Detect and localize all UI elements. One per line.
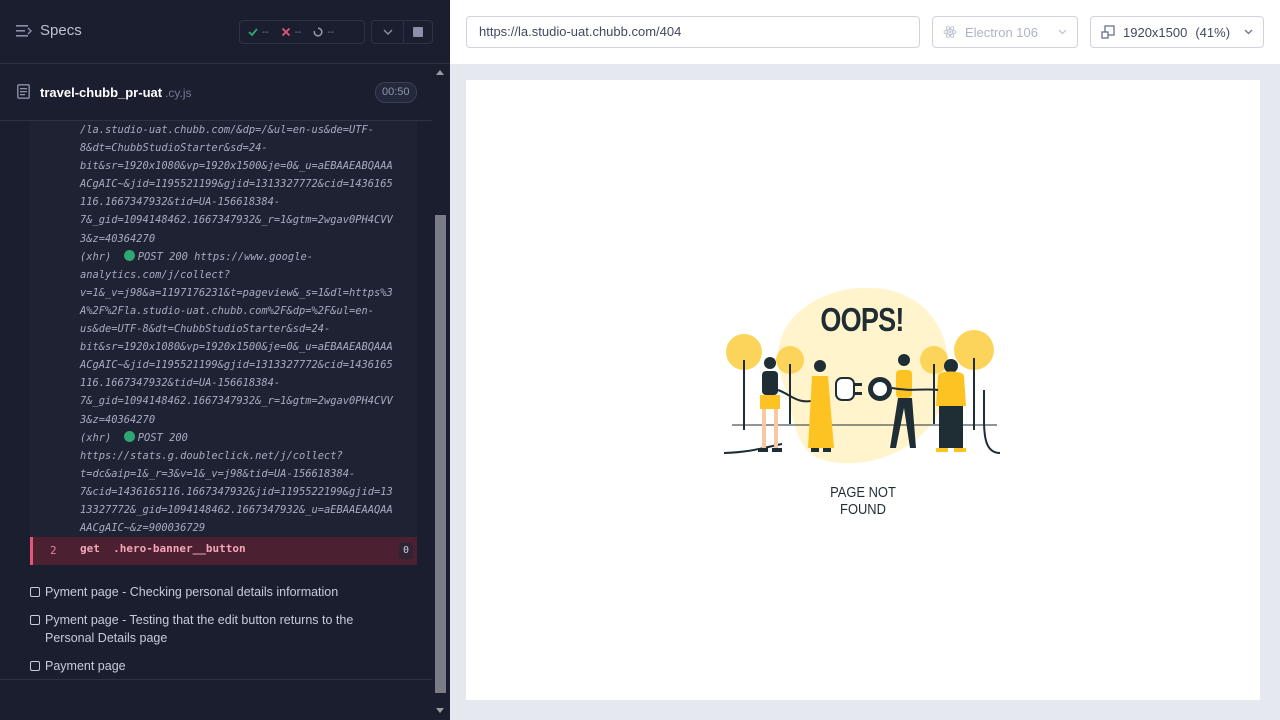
test-status-icon [30, 615, 40, 625]
scroll-up-arrow[interactable] [436, 70, 444, 75]
log-line: A%2F%2Fla.studio-uat.chubb.com%2F&dp=%2F… [80, 304, 375, 317]
log-line: 8&dt=ChubbStudioStarter&sd=24- [80, 142, 268, 155]
document-icon [17, 84, 30, 99]
failed-count: -- [294, 26, 302, 38]
scrollbar-thumb[interactable] [435, 215, 446, 693]
specs-toggle-button[interactable]: Specs [16, 22, 82, 39]
passed-stat: -- [248, 27, 269, 38]
log-line: (xhr) POST 200 https://www.google- [80, 249, 313, 263]
test-title: Payment page [45, 659, 126, 673]
test-item[interactable]: Pyment page - Checking personal details … [30, 583, 338, 601]
log-line: 7&_gid=1094148462.1667347932&_r=1&gtm=2w… [80, 214, 393, 227]
aut-header: https://la.studio-uat.chubb.com/404 Elec… [450, 0, 1280, 64]
spec-file-name: travel-chubb_pr-uat .cy.js [40, 85, 192, 100]
electron-icon [943, 26, 957, 38]
reporter-scrollbar[interactable] [433, 65, 448, 720]
test-status-icon [30, 661, 40, 671]
log-line: bit&sr=1920x1080&vp=1920x1500&je=0&_u=aE… [80, 160, 393, 173]
log-line: 7&cid=1436165116.1667347932&jid=11955221… [80, 485, 393, 498]
pending-stat: -- [313, 27, 334, 38]
scroll-down-arrow[interactable] [436, 708, 444, 713]
stop-icon [413, 27, 423, 37]
command-text: get .hero-banner__button [80, 542, 246, 555]
spec-duration: 00:50 [375, 82, 417, 103]
reporter-panel: Specs -- -- -- travel-chubb_pr-uat .cy.j… [0, 0, 450, 720]
log-line: 116.1667347932&tid=UA-156618384- [80, 377, 281, 390]
chevron-down-icon [383, 29, 392, 35]
viewport-size: 1920x1500 [1123, 24, 1188, 40]
log-line: https://stats.g.doubleclick.net/j/collec… [80, 449, 343, 462]
test-item[interactable]: Pyment page - Testing that the edit butt… [30, 611, 353, 647]
status-dot-icon [123, 249, 135, 261]
log-line: 3&z=40364270 [80, 413, 156, 426]
pending-circle-icon [313, 27, 323, 37]
error-heading: OOPS! [820, 301, 904, 338]
spec-header: travel-chubb_pr-uat .cy.js 00:50 [0, 65, 432, 121]
log-line: ACgAIC~&jid=1195521199&gjid=1313327772&c… [80, 359, 393, 372]
command-log[interactable]: /la.studio-uat.chubb.com/&dp=/&ul=en-us&… [30, 121, 417, 565]
divider [0, 679, 432, 680]
log-line: 7&_gid=1094148462.1667347932&_r=1&gtm=2w… [80, 395, 393, 408]
browser-name: Electron 106 [965, 24, 1038, 40]
log-line: 13327772&_gid=1094148462.1667347932&_u=a… [80, 503, 393, 516]
check-icon [248, 28, 258, 37]
menu-icon [16, 24, 32, 37]
command-number: 2 [50, 544, 57, 557]
viewport-info[interactable]: 1920x1500 (41%) [1090, 16, 1264, 48]
url-bar[interactable]: https://la.studio-uat.chubb.com/404 [466, 16, 920, 48]
stop-button[interactable] [403, 20, 433, 44]
options-dropdown-button[interactable] [371, 20, 404, 44]
log-line: t=dc&aip=1&_r=3&v=1&_v=j98&tid=UA-156618… [80, 467, 356, 480]
log-line: AACgAIC~&z=900036729 [80, 522, 206, 535]
browser-selector[interactable]: Electron 106 [932, 16, 1078, 48]
x-icon [281, 27, 290, 37]
log-line: (xhr) POST 200 [80, 430, 188, 444]
test-title: Pyment page - Testing that the edit butt… [45, 611, 353, 647]
test-title-line-2: Personal Details page [45, 631, 168, 645]
test-status-icon [30, 587, 40, 597]
test-title-line-1: Pyment page - Testing that the edit butt… [45, 613, 354, 627]
viewport-size-icon [1101, 25, 1115, 39]
log-line: bit&sr=1920x1080&vp=1920x1500&je=0&_u=aE… [80, 341, 393, 354]
passed-count: -- [262, 26, 269, 38]
test-item[interactable]: Payment page [30, 657, 126, 675]
status-dot-icon [123, 430, 135, 442]
aut-iframe: OOPS! PAGE NOT FOUND [466, 80, 1260, 700]
log-line: v=1&_v=j98&a=1197176231&t=pageview&_s=1&… [80, 286, 393, 299]
zoom-level: (41%) [1195, 24, 1231, 40]
element-count-badge: 0 [399, 543, 413, 559]
chevron-down-icon [1244, 29, 1253, 35]
log-line: analytics.com/j/collect? [80, 268, 231, 281]
command-log-text: /la.studio-uat.chubb.com/&dp=/&ul=en-us&… [80, 121, 415, 537]
test-stats: -- -- -- [239, 20, 365, 44]
log-line: us&de=UTF-8&dt=ChubbStudioStarter&sd=24- [80, 323, 331, 336]
chevron-down-icon [1058, 29, 1067, 35]
log-line: 3&z=40364270 [80, 232, 156, 245]
log-line: /la.studio-uat.chubb.com/&dp=/&ul=en-us&… [80, 124, 375, 136]
test-title: Pyment page - Checking personal details … [45, 585, 339, 599]
spec-extension: .cy.js [165, 86, 192, 100]
error-subtitle: PAGE NOT FOUND [830, 484, 896, 518]
reporter-topbar: Specs -- -- -- [0, 0, 450, 64]
failed-command-row[interactable]: 2 get .hero-banner__button 0 [30, 537, 417, 565]
specs-label: Specs [40, 22, 82, 39]
log-line: ACgAIC~&jid=1195521199&gjid=1313327772&c… [80, 178, 393, 191]
failed-stat: -- [281, 26, 302, 38]
spec-name: travel-chubb_pr-uat [40, 85, 163, 100]
pending-count: -- [327, 26, 335, 38]
log-line: 116.1667347932&tid=UA-156618384- [80, 196, 281, 209]
